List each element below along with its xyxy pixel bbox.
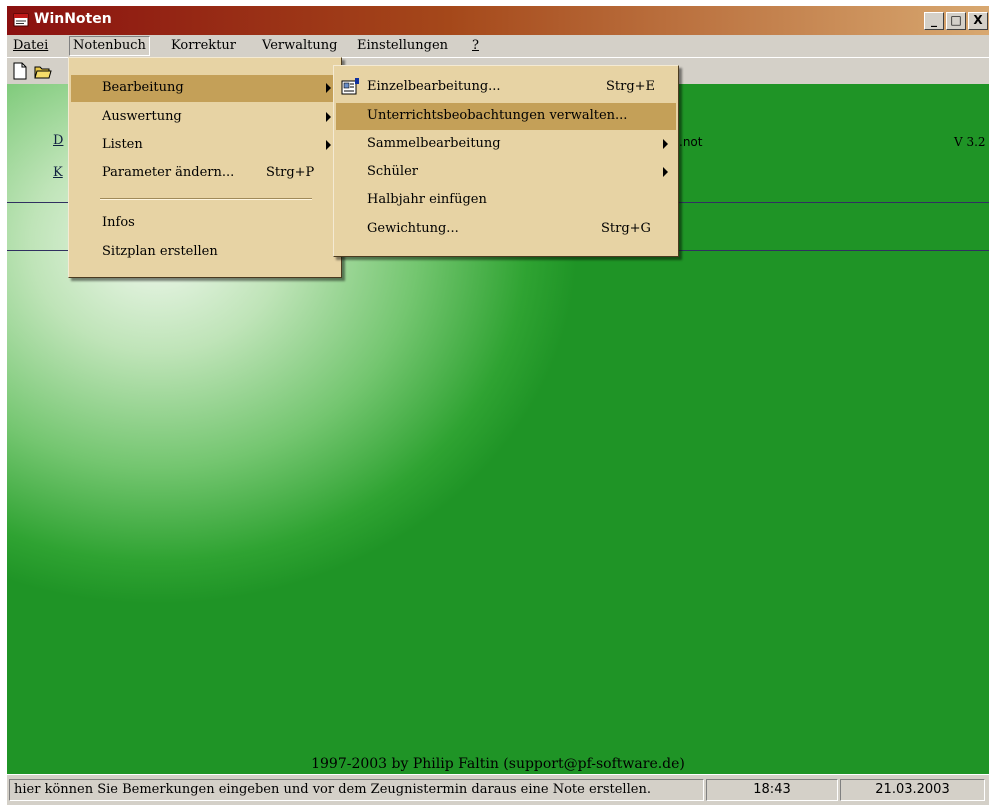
menu-notenbuch[interactable]: Notenbuch (69, 36, 150, 56)
close-button[interactable]: X (968, 12, 988, 30)
notenbuch-menu: Bearbeitung Auswertung Listen Parameter … (68, 57, 342, 278)
window-title: WinNoten (34, 11, 112, 27)
menu-einstellungen[interactable]: Einstellungen (357, 38, 448, 53)
menu-item-sitzplan[interactable]: Sitzplan erstellen (71, 239, 339, 266)
menu-item-label: Parameter ändern... (102, 165, 235, 180)
title-bar[interactable]: WinNoten _ □ X (7, 6, 989, 35)
menu-item-shortcut: Strg+E (606, 79, 656, 94)
menu-help-label: ? (472, 38, 479, 53)
menu-item-unterrichtsbeobachtungen[interactable]: Unterrichtsbeobachtungen verwalten... (336, 103, 676, 130)
menu-datei-label: Datei (13, 38, 49, 53)
menu-item-label: Bearbeitung (102, 80, 184, 95)
menu-item-label: Auswertung (102, 109, 182, 124)
link-k[interactable]: K (53, 165, 63, 180)
menu-verwaltung[interactable]: Verwaltung (262, 38, 337, 53)
menu-item-label: Unterrichtsbeobachtungen verwalten... (367, 108, 628, 123)
menu-item-parameter[interactable]: Parameter ändern... Strg+P (71, 160, 339, 187)
menu-einstellungen-label: Einstellungen (357, 38, 449, 53)
submenu-arrow-icon (663, 167, 668, 177)
submenu-arrow-icon (326, 140, 331, 150)
submenu-arrow-icon (326, 112, 331, 122)
file-name-suffix: .not (679, 135, 703, 149)
status-message: hier können Sie Bemerkungen eingeben und… (9, 779, 704, 801)
menu-item-label: Einzelbearbeitung... (367, 79, 501, 94)
minimize-button[interactable]: _ (924, 12, 944, 30)
maximize-button[interactable]: □ (946, 12, 966, 30)
open-folder-icon[interactable] (34, 62, 52, 80)
menu-item-label: Halbjahr einfügen (367, 192, 487, 207)
menu-separator (100, 198, 312, 200)
menu-item-auswertung[interactable]: Auswertung (71, 104, 339, 131)
menu-item-infos[interactable]: Infos (71, 210, 339, 237)
status-bar: hier können Sie Bemerkungen eingeben und… (7, 774, 989, 805)
menu-help[interactable]: ? (472, 38, 479, 53)
menu-item-shortcut: Strg+P (266, 165, 315, 180)
copyright-text: 1997-2003 by Philip Faltin (support@pf-s… (311, 756, 685, 772)
version-label: V 3.2 (954, 135, 986, 149)
menu-item-label: Infos (102, 215, 135, 230)
menu-item-label: Sammelbearbeitung (367, 136, 501, 151)
menu-item-label: Sitzplan erstellen (102, 244, 218, 259)
menu-item-shortcut: Strg+G (601, 221, 651, 236)
menu-verwaltung-label: Verwaltung (262, 38, 338, 53)
app-icon[interactable] (13, 12, 29, 28)
status-date: 21.03.2003 (840, 779, 985, 801)
menu-item-label: Listen (102, 137, 143, 152)
link-d[interactable]: D (53, 133, 63, 148)
menu-item-schueler[interactable]: Schüler (336, 159, 676, 186)
menu-notenbuch-label: Notenbuch (73, 38, 146, 53)
bearbeitung-submenu: Einzelbearbeitung... Strg+E Unterrichtsb… (333, 65, 679, 257)
menu-item-label: Schüler (367, 164, 418, 179)
menu-item-listen[interactable]: Listen (71, 132, 339, 159)
menu-item-bearbeitung[interactable]: Bearbeitung (71, 75, 339, 102)
student-card-icon (341, 78, 359, 95)
menu-datei[interactable]: Datei (13, 38, 48, 53)
menu-item-sammelbearbeitung[interactable]: Sammelbearbeitung (336, 131, 676, 158)
menu-item-halbjahr[interactable]: Halbjahr einfügen (336, 187, 676, 214)
new-file-icon[interactable] (12, 62, 28, 80)
app-window: WinNoten _ □ X Datei Notenbuch Korrektur… (7, 6, 989, 805)
submenu-arrow-icon (326, 83, 331, 93)
menu-bar: Datei Notenbuch Korrektur Verwaltung Ein… (7, 35, 989, 57)
menu-item-einzelbearbeitung[interactable]: Einzelbearbeitung... Strg+E (336, 74, 676, 101)
menu-item-label: Gewichtung... (367, 221, 459, 236)
menu-korrektur-label: Korrektur (171, 38, 236, 53)
status-time: 18:43 (706, 779, 838, 801)
submenu-arrow-icon (663, 139, 668, 149)
menu-item-gewichtung[interactable]: Gewichtung... Strg+G (336, 216, 676, 243)
menu-korrektur[interactable]: Korrektur (171, 38, 236, 53)
